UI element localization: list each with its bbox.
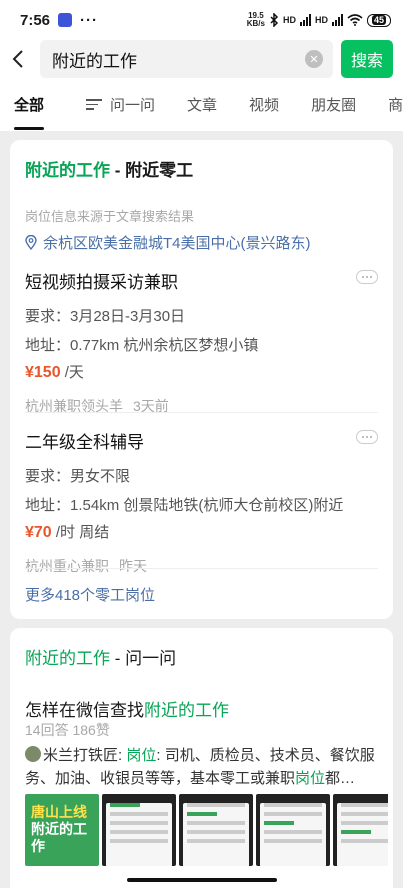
- job-address: 地址：0.77km 杭州余杭区梦想小镇: [25, 337, 259, 354]
- search-button[interactable]: 搜索: [341, 40, 393, 78]
- tab-moments[interactable]: 朋友圈: [311, 94, 356, 115]
- more-options-icon[interactable]: [356, 430, 378, 444]
- thumbnail-image[interactable]: [179, 794, 253, 866]
- status-icons: 19.5 KB/s HD HD 45: [247, 12, 391, 28]
- job-item[interactable]: 二年级全科辅导 要求：男女不限 地址：1.54km 创景陆地铁(杭师大仓前校区)…: [25, 428, 378, 576]
- thumbnail-image[interactable]: [102, 794, 176, 866]
- hd-label-1: HD: [282, 15, 296, 25]
- tab-ask[interactable]: 问一问: [110, 94, 155, 115]
- search-bar: ✕ 搜索: [0, 40, 403, 78]
- bluetooth-icon: [270, 13, 279, 27]
- location-pin-icon: [25, 235, 37, 250]
- notification-app-icon: [58, 13, 73, 27]
- signal-icon-2: [331, 14, 343, 26]
- job-address: 地址：1.54km 创景陆地铁(杭师大仓前校区)附近: [25, 497, 344, 514]
- job-meta: 杭州兼职领头羊 3天前: [25, 398, 169, 414]
- signal-icon-1: [299, 14, 311, 26]
- job-salary: ¥150 /天: [25, 364, 84, 381]
- search-input[interactable]: [52, 49, 305, 69]
- result-tabs: 全部 问一问 文章 视频 朋友圈 商品: [0, 78, 403, 132]
- tab-articles[interactable]: 文章: [187, 94, 217, 115]
- question-stats: 14回答 186赞: [25, 722, 110, 738]
- job-title: 短视频拍摄采访兼职: [25, 273, 178, 292]
- thumbnail-image[interactable]: [333, 794, 388, 866]
- clear-icon[interactable]: ✕: [305, 50, 323, 68]
- divider: [25, 568, 378, 569]
- job-meta: 杭州重心兼职 昨天: [25, 558, 147, 574]
- job-title: 二年级全科辅导: [25, 433, 144, 452]
- tab-products[interactable]: 商品: [388, 94, 403, 115]
- hd-label-2: HD: [314, 15, 328, 25]
- job-requirement: 要求：男女不限: [25, 468, 131, 485]
- nearby-jobs-card: 附近的工作 - 附近零工 岗位信息来源于文章搜索结果 余杭区欧美金融城T4美国中…: [10, 140, 393, 619]
- image-gallery: 唐山上线 附近的工作: [25, 794, 388, 866]
- filter-icon[interactable]: [86, 96, 103, 113]
- more-options-icon[interactable]: [356, 270, 378, 284]
- thumbnail-image[interactable]: [256, 794, 330, 866]
- card-title[interactable]: 附近的工作 - 问一问: [10, 628, 393, 669]
- avatar: [25, 746, 41, 762]
- battery-level: 45: [371, 14, 386, 25]
- tab-all[interactable]: 全部: [14, 94, 45, 130]
- divider: [25, 412, 378, 413]
- home-indicator[interactable]: [127, 878, 277, 882]
- job-item[interactable]: 短视频拍摄采访兼职 要求：3月28日-3月30日 地址：0.77km 杭州余杭区…: [25, 268, 378, 416]
- more-jobs-link[interactable]: 更多418个零工岗位: [25, 584, 155, 605]
- tab-videos[interactable]: 视频: [249, 94, 279, 115]
- qa-card: 附近的工作 - 问一问 怎样在微信查找附近的工作 14回答 186赞 米兰打铁匠…: [10, 628, 393, 888]
- card-title[interactable]: 附近的工作 - 附近零工: [10, 140, 393, 181]
- battery-icon: 45: [366, 13, 391, 27]
- job-requirement: 要求：3月28日-3月30日: [25, 308, 186, 325]
- question-title[interactable]: 怎样在微信查找附近的工作: [25, 696, 229, 721]
- source-note: 岗位信息来源于文章搜索结果: [25, 209, 195, 224]
- job-salary: ¥70 /时 周结: [25, 524, 110, 541]
- search-field[interactable]: ✕: [40, 40, 333, 78]
- status-bar: 7:56 ··· 19.5 KB/s HD HD 45: [0, 0, 403, 40]
- more-notifications-indicator: ···: [80, 11, 99, 29]
- network-speed: 19.5 KB/s: [246, 11, 265, 28]
- location-link[interactable]: 余杭区欧美金融城T4美国中心(景兴路东): [25, 232, 311, 253]
- status-time: 7:56: [20, 11, 51, 29]
- answer-snippet[interactable]: 米兰打铁匠: 岗位: 司机、质检员、技术员、餐饮服务、加油、收银员等等，基本零工…: [25, 744, 378, 790]
- back-arrow-icon[interactable]: [12, 47, 32, 71]
- thumbnail-image[interactable]: 唐山上线 附近的工作: [25, 794, 99, 866]
- wifi-icon: [347, 14, 363, 26]
